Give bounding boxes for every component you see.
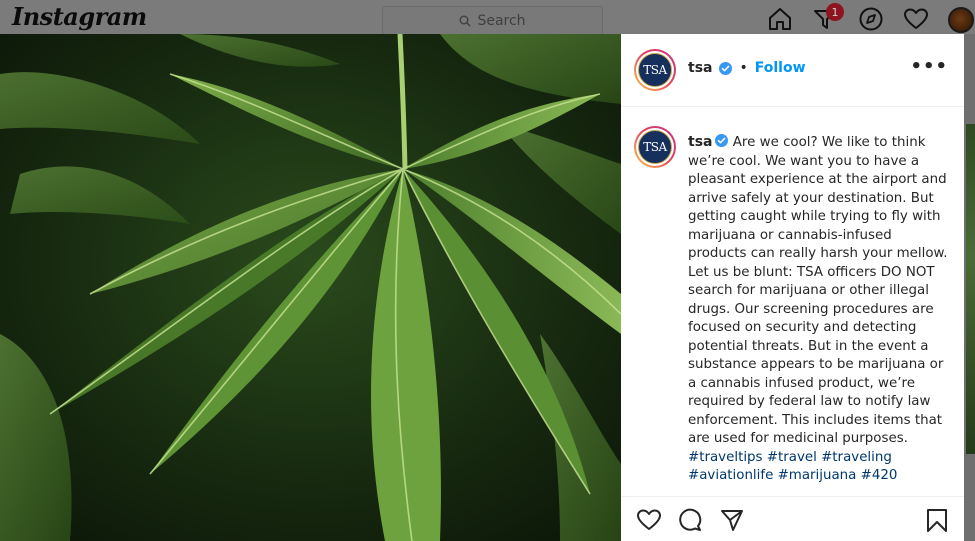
- caption-text-line: Let us be blunt: TSA officers DO NOT: [688, 264, 935, 280]
- post-details-panel: TSA tsa • Follow ••• TSA tsa Are we cool…: [621, 34, 964, 541]
- activity-badge: 1: [826, 3, 844, 21]
- caption-username[interactable]: tsa: [688, 134, 712, 150]
- caption-text-line: search for marijuana or other illegal: [688, 283, 929, 298]
- caption-author-avatar[interactable]: TSA: [634, 126, 676, 168]
- hashtag-line[interactable]: #aviationlife #marijuana #420: [688, 467, 958, 486]
- tsa-logo: TSA: [638, 130, 672, 164]
- explore-icon[interactable]: [858, 6, 884, 32]
- caption-text-line: potential threats. But in the event a: [688, 338, 929, 354]
- caption-text-line: arrive safely at your destination. But: [688, 190, 934, 206]
- caption-text-line: substance appears to be marijuana or: [688, 357, 944, 372]
- post-header: TSA tsa • Follow •••: [621, 34, 964, 107]
- verified-badge-icon: [715, 134, 729, 147]
- follow-button[interactable]: Follow: [755, 60, 806, 76]
- profile-avatar[interactable]: [948, 7, 974, 33]
- comments-area: TSA tsa Are we cool? We like to think we…: [621, 107, 964, 497]
- caption-text-line: enforcement. This includes items that: [688, 412, 943, 428]
- search-input[interactable]: Search: [382, 6, 603, 35]
- author-line: tsa • Follow: [688, 60, 806, 76]
- comment-icon[interactable]: [677, 507, 703, 533]
- search-icon: [459, 15, 471, 26]
- caption-text-line: are used for medicinal purposes.: [688, 431, 908, 446]
- caption-text-line: marijuana or cannabis-infused: [688, 227, 892, 243]
- tsa-logo: TSA: [638, 53, 672, 87]
- caption-text-line: products can really harsh your mellow.: [688, 246, 948, 261]
- caption-text-line: a cannabis infused product, we’re: [688, 375, 915, 391]
- separator-dot: •: [739, 60, 748, 76]
- save-icon[interactable]: [924, 507, 950, 533]
- next-post-image: [966, 124, 975, 454]
- top-nav-bar: Instagram Search 1: [0, 0, 975, 35]
- post-image: [0, 34, 621, 541]
- caption-text-line: drugs. Our screening procedures are: [688, 301, 934, 317]
- heart-icon[interactable]: [903, 6, 929, 32]
- post-actions-bar: [621, 499, 964, 541]
- post-caption: tsa Are we cool? We like to think we’re …: [688, 133, 958, 486]
- author-avatar[interactable]: TSA: [634, 49, 676, 91]
- caption-text-line: we’re cool. We want you to have a: [688, 153, 920, 169]
- caption-text-line: getting caught while trying to fly with: [688, 209, 941, 224]
- next-post-preview[interactable]: [964, 34, 975, 541]
- caption-text-line: focused on security and detecting: [688, 320, 917, 335]
- caption-line-first: tsa Are we cool? We like to think: [688, 133, 958, 153]
- caption-text-line: Are we cool? We like to think: [732, 135, 926, 150]
- home-icon[interactable]: [767, 6, 793, 32]
- search-placeholder: Search: [477, 12, 526, 29]
- hashtag-line[interactable]: #traveltips #travel #traveling: [688, 449, 958, 468]
- verified-badge-icon: [719, 61, 733, 75]
- instagram-logo[interactable]: Instagram: [12, 2, 147, 31]
- caption-text-line: pleasant experience at the airport and: [688, 172, 947, 187]
- caption-text-line: required by federal law to notify law: [688, 394, 931, 409]
- more-options-button[interactable]: •••: [910, 56, 948, 77]
- author-username[interactable]: tsa: [688, 60, 712, 76]
- like-icon[interactable]: [636, 507, 662, 533]
- share-icon[interactable]: [719, 507, 745, 533]
